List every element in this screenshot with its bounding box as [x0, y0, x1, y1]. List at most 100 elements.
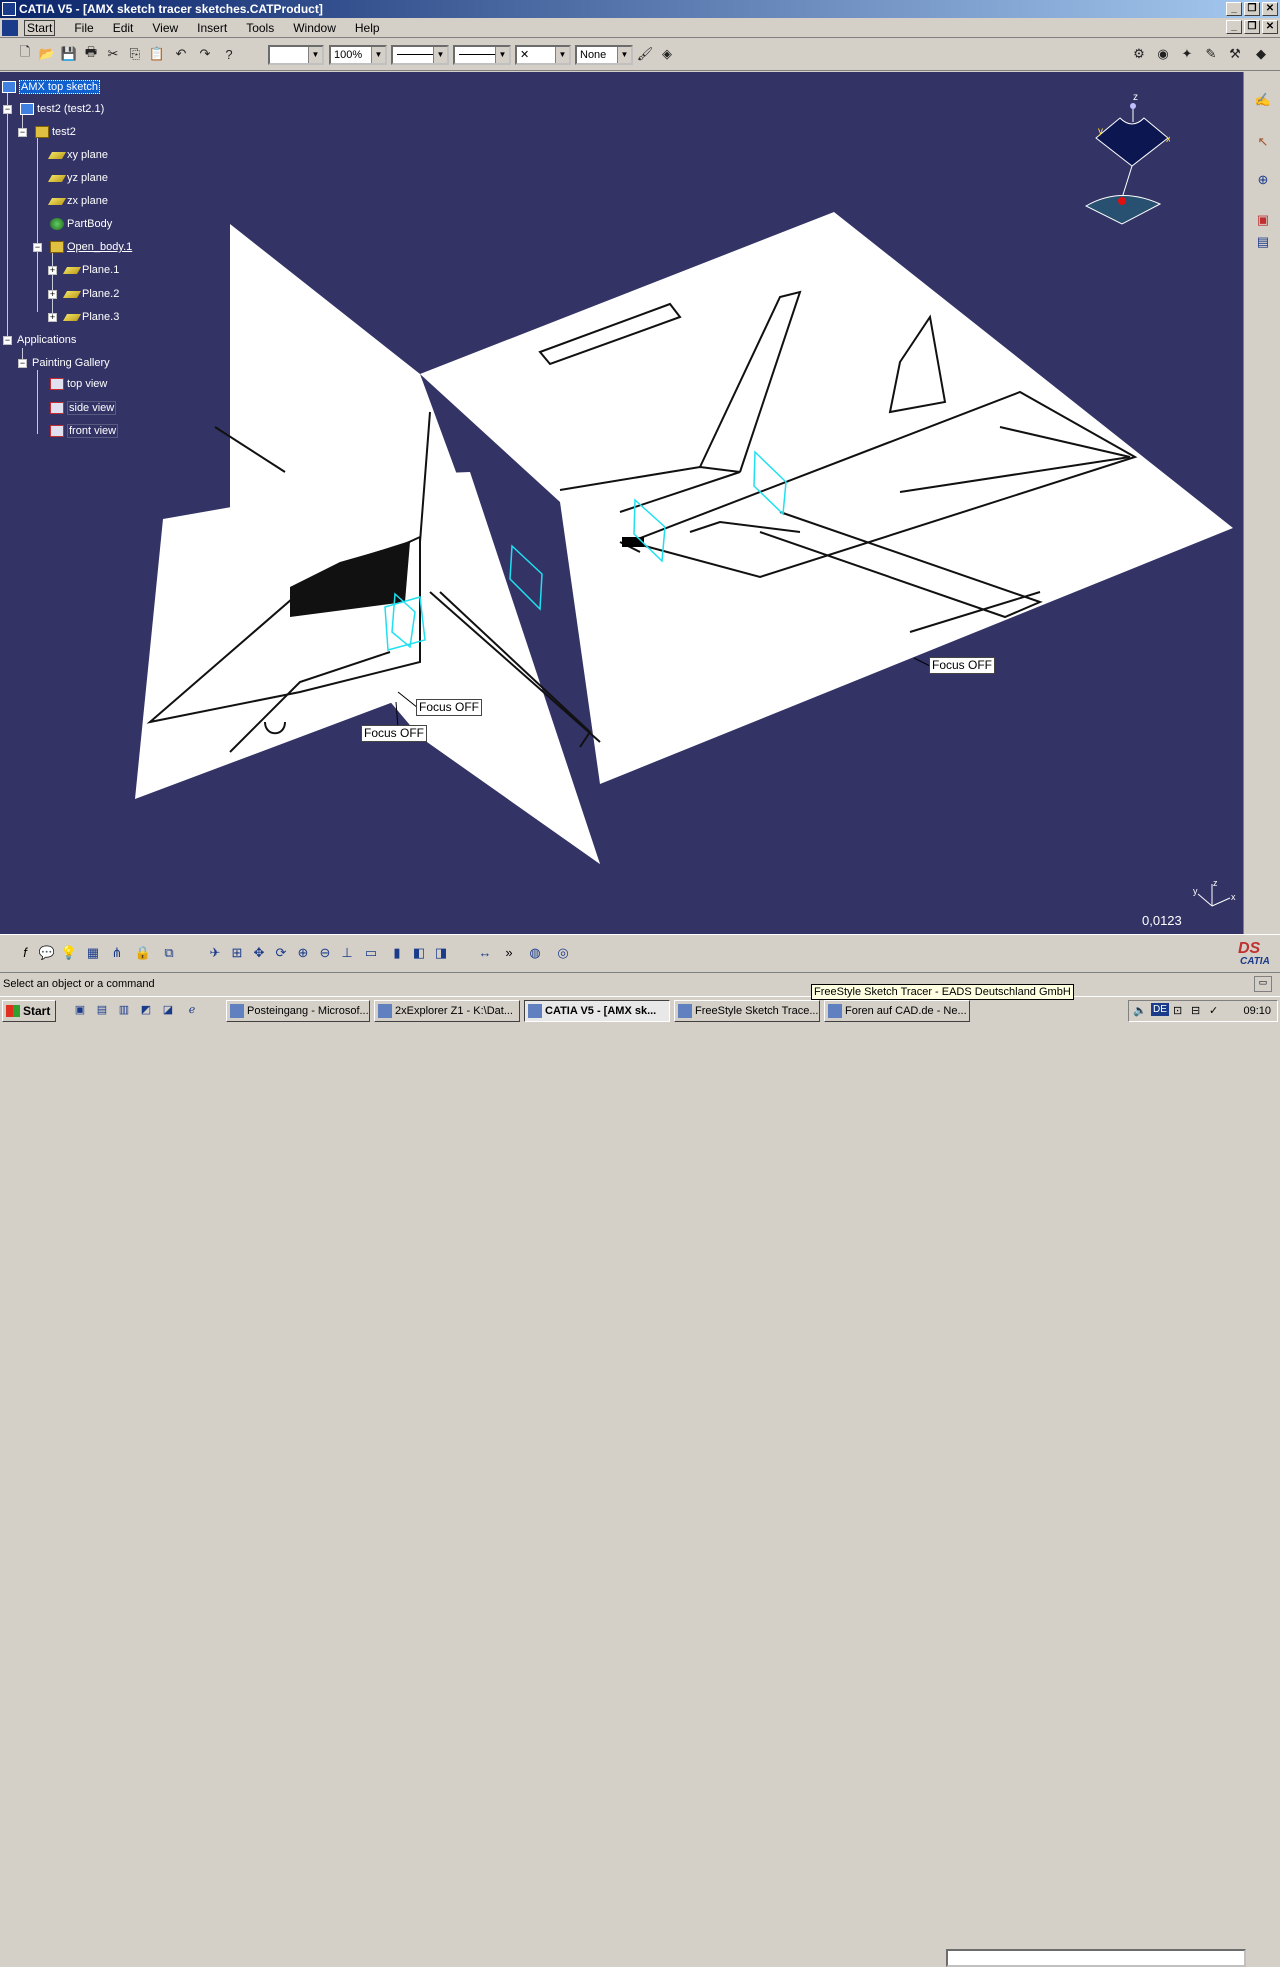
swap-visible-space-icon[interactable]: ◨ [432, 944, 450, 962]
doc-restore-button[interactable]: ❐ [1244, 20, 1260, 34]
quicklaunch-icon-2[interactable]: ▤ [94, 1003, 110, 1019]
sketch-tracer-icon[interactable]: ✍ [1253, 90, 1273, 110]
tree-node-open-body[interactable]: Open_body.1 [50, 241, 132, 253]
catalog-icon[interactable]: ⧉ [160, 944, 178, 962]
print-icon[interactable]: 🖶 [82, 44, 100, 63]
properties-icon[interactable]: ◈ [658, 45, 676, 63]
tree-node-plane-3[interactable]: Plane.3 [62, 311, 119, 323]
volume-icon[interactable]: 🔈 [1133, 1004, 1147, 1017]
tree-node-top-view[interactable]: top view [50, 378, 107, 390]
workbench-icon-6[interactable]: ◆ [1252, 45, 1270, 63]
render-style-icon[interactable]: ▮ [388, 944, 406, 962]
menu-insert[interactable]: Insert [197, 21, 227, 36]
linetype-combo[interactable]: ▼ [391, 45, 449, 65]
doc-minimize-button[interactable]: _ [1226, 20, 1242, 34]
catia-app-icon[interactable] [2, 2, 16, 16]
front-view-sheet[interactable] [135, 474, 420, 799]
lock-icon[interactable]: 🔒 [134, 944, 152, 962]
task-foren[interactable]: Foren auf CAD.de - Ne... [824, 1000, 970, 1022]
tree-node-xy-plane[interactable]: xy plane [47, 149, 108, 161]
tree-node-part[interactable]: test2 [35, 126, 76, 138]
comment-icon[interactable]: 💬 [38, 944, 56, 962]
gallery-tool-icon[interactable]: ▤ [1253, 232, 1273, 252]
restore-button[interactable]: ❐ [1244, 2, 1260, 16]
3d-viewport[interactable]: z y x z y x Focus OFF Focus OFF Focus OF… [0, 72, 1243, 934]
normal-view-icon[interactable]: ⊥ [338, 944, 356, 962]
expand-icon[interactable]: + [48, 266, 57, 275]
expand-icon[interactable]: + [48, 290, 57, 299]
menu-start[interactable]: Start [24, 20, 56, 36]
collapse-icon[interactable]: − [33, 243, 42, 252]
save-icon[interactable]: 💾 [60, 45, 78, 63]
tree-node-front-view[interactable]: front view [50, 424, 119, 438]
pan-icon[interactable]: ✥ [250, 944, 268, 962]
doc-close-button[interactable]: ✕ [1262, 20, 1278, 34]
menu-help[interactable]: Help [355, 21, 380, 36]
hide-show-icon[interactable]: ◧ [410, 944, 428, 962]
quicklaunch-icon-3[interactable]: ▥ [116, 1003, 132, 1019]
tree-icon[interactable]: ⋔ [108, 944, 126, 962]
workbench-icon-3[interactable]: ✦ [1178, 45, 1196, 63]
layer-combo[interactable]: None ▼ [575, 45, 633, 65]
command-input[interactable] [946, 1949, 1246, 1967]
document-icon[interactable] [2, 20, 18, 36]
task-catia[interactable]: CATIA V5 - [AMX sk... [524, 1000, 670, 1022]
select-icon[interactable]: ↖ [1253, 132, 1273, 152]
tree-node-root[interactable]: AMX top sketch [2, 80, 101, 94]
menu-file[interactable]: File [74, 21, 93, 36]
rotate-icon[interactable]: ⟳ [272, 944, 290, 962]
workbench-icon-5[interactable]: ⚒ [1226, 45, 1244, 63]
workbench-icon-1[interactable]: ⚙ [1130, 45, 1148, 63]
menu-window[interactable]: Window [293, 21, 336, 36]
plane-1-outline[interactable] [509, 544, 543, 611]
tree-node-side-view[interactable]: side view [50, 401, 117, 415]
measure-icon[interactable]: ↔ [476, 944, 494, 962]
apply-material-icon[interactable]: ◍ [526, 944, 544, 962]
menu-edit[interactable]: Edit [113, 21, 134, 36]
internet-explorer-icon[interactable]: ℯ [184, 1003, 200, 1019]
tree-node-plane-1[interactable]: Plane.1 [62, 264, 119, 276]
network-icon[interactable]: ⊡ [1173, 1004, 1182, 1017]
painting-tool-icon[interactable]: ▣ [1253, 210, 1273, 230]
more-icon[interactable]: » [500, 944, 518, 962]
tree-node-yz-plane[interactable]: yz plane [47, 172, 108, 184]
lineweight-combo[interactable]: ▼ [453, 45, 511, 65]
task-freestyle[interactable]: FreeStyle Sketch Trace... [674, 1000, 820, 1022]
quicklaunch-icon-5[interactable]: ◪ [160, 1003, 176, 1019]
tree-node-painting-gallery[interactable]: Painting Gallery [32, 357, 110, 369]
point-style-combo[interactable]: ✕ ▼ [515, 45, 571, 65]
minimize-button[interactable]: _ [1226, 2, 1242, 16]
tray-icon[interactable]: ✓ [1209, 1004, 1218, 1017]
compass-handle[interactable] [1130, 103, 1136, 109]
menu-tools[interactable]: Tools [246, 21, 274, 36]
workbench-icon-4[interactable]: ✎ [1202, 45, 1220, 63]
quicklaunch-icon-4[interactable]: ◩ [138, 1003, 154, 1019]
table-icon[interactable]: ▦ [84, 944, 102, 962]
new-icon[interactable]: 🗋 [16, 44, 34, 63]
open-icon[interactable]: 📂 [38, 45, 56, 63]
tree-node-plane-2[interactable]: Plane.2 [62, 288, 119, 300]
collapse-icon[interactable]: − [3, 105, 12, 114]
language-indicator[interactable]: DE [1151, 1003, 1169, 1016]
paste-icon[interactable]: 📋 [148, 45, 166, 63]
light-icon[interactable]: 💡 [60, 944, 78, 962]
formula-icon[interactable]: f [16, 944, 34, 962]
expand-icon[interactable]: + [48, 313, 57, 322]
tray-icon[interactable]: ⊟ [1191, 1004, 1200, 1017]
workbench-icon-2[interactable]: ◉ [1154, 45, 1172, 63]
start-button[interactable]: Start [2, 1000, 56, 1022]
command-button[interactable]: ▭ [1254, 976, 1272, 992]
close-button[interactable]: ✕ [1262, 2, 1278, 16]
quicklaunch-icon-1[interactable]: ▣ [72, 1003, 88, 1019]
redo-icon[interactable]: ↷ [196, 45, 214, 63]
whats-this-icon[interactable]: ? [220, 45, 238, 63]
collapse-icon[interactable]: − [3, 336, 12, 345]
menu-view[interactable]: View [152, 21, 178, 36]
transparency-combo[interactable]: 100% ▼ [329, 45, 387, 65]
tree-node-partbody[interactable]: PartBody [50, 218, 112, 230]
tree-node-product[interactable]: test2 (test2.1) [20, 103, 104, 115]
undo-icon[interactable]: ↶ [172, 45, 190, 63]
fit-all-icon[interactable]: ⊞ [228, 944, 246, 962]
compass-widget[interactable]: z y x [1080, 90, 1170, 230]
painter-icon[interactable]: 🖌 [636, 45, 654, 63]
